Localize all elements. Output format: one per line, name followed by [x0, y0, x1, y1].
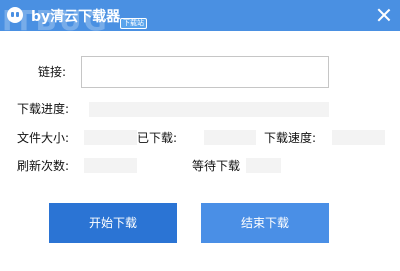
refresh-count-label: 刷新次数: [17, 159, 70, 173]
title-bar: ITBUG by清云下载器 下载站 [0, 0, 400, 31]
speed-label: 下载速度: [264, 131, 317, 145]
progress-value [89, 102, 329, 117]
waiting-label: 等待下载 [192, 159, 241, 173]
link-label: 链接: [38, 65, 67, 79]
site-badge: 下载站 [120, 18, 147, 29]
start-download-button[interactable]: 开始下载 [49, 203, 177, 243]
file-size-label: 文件大小: [17, 131, 70, 145]
downloaded-label: 已下载: [137, 131, 178, 145]
downloaded-value [204, 130, 256, 145]
stop-download-button[interactable]: 结束下载 [201, 203, 329, 243]
app-logo-icon [7, 7, 23, 23]
progress-label: 下载进度: [17, 102, 70, 116]
window-title: by清云下载器 [31, 9, 121, 25]
waiting-value [246, 158, 281, 173]
link-input[interactable] [81, 56, 329, 88]
file-size-value [84, 130, 137, 145]
speed-value [332, 130, 385, 145]
close-icon[interactable] [374, 5, 394, 25]
refresh-count-value [84, 158, 137, 173]
